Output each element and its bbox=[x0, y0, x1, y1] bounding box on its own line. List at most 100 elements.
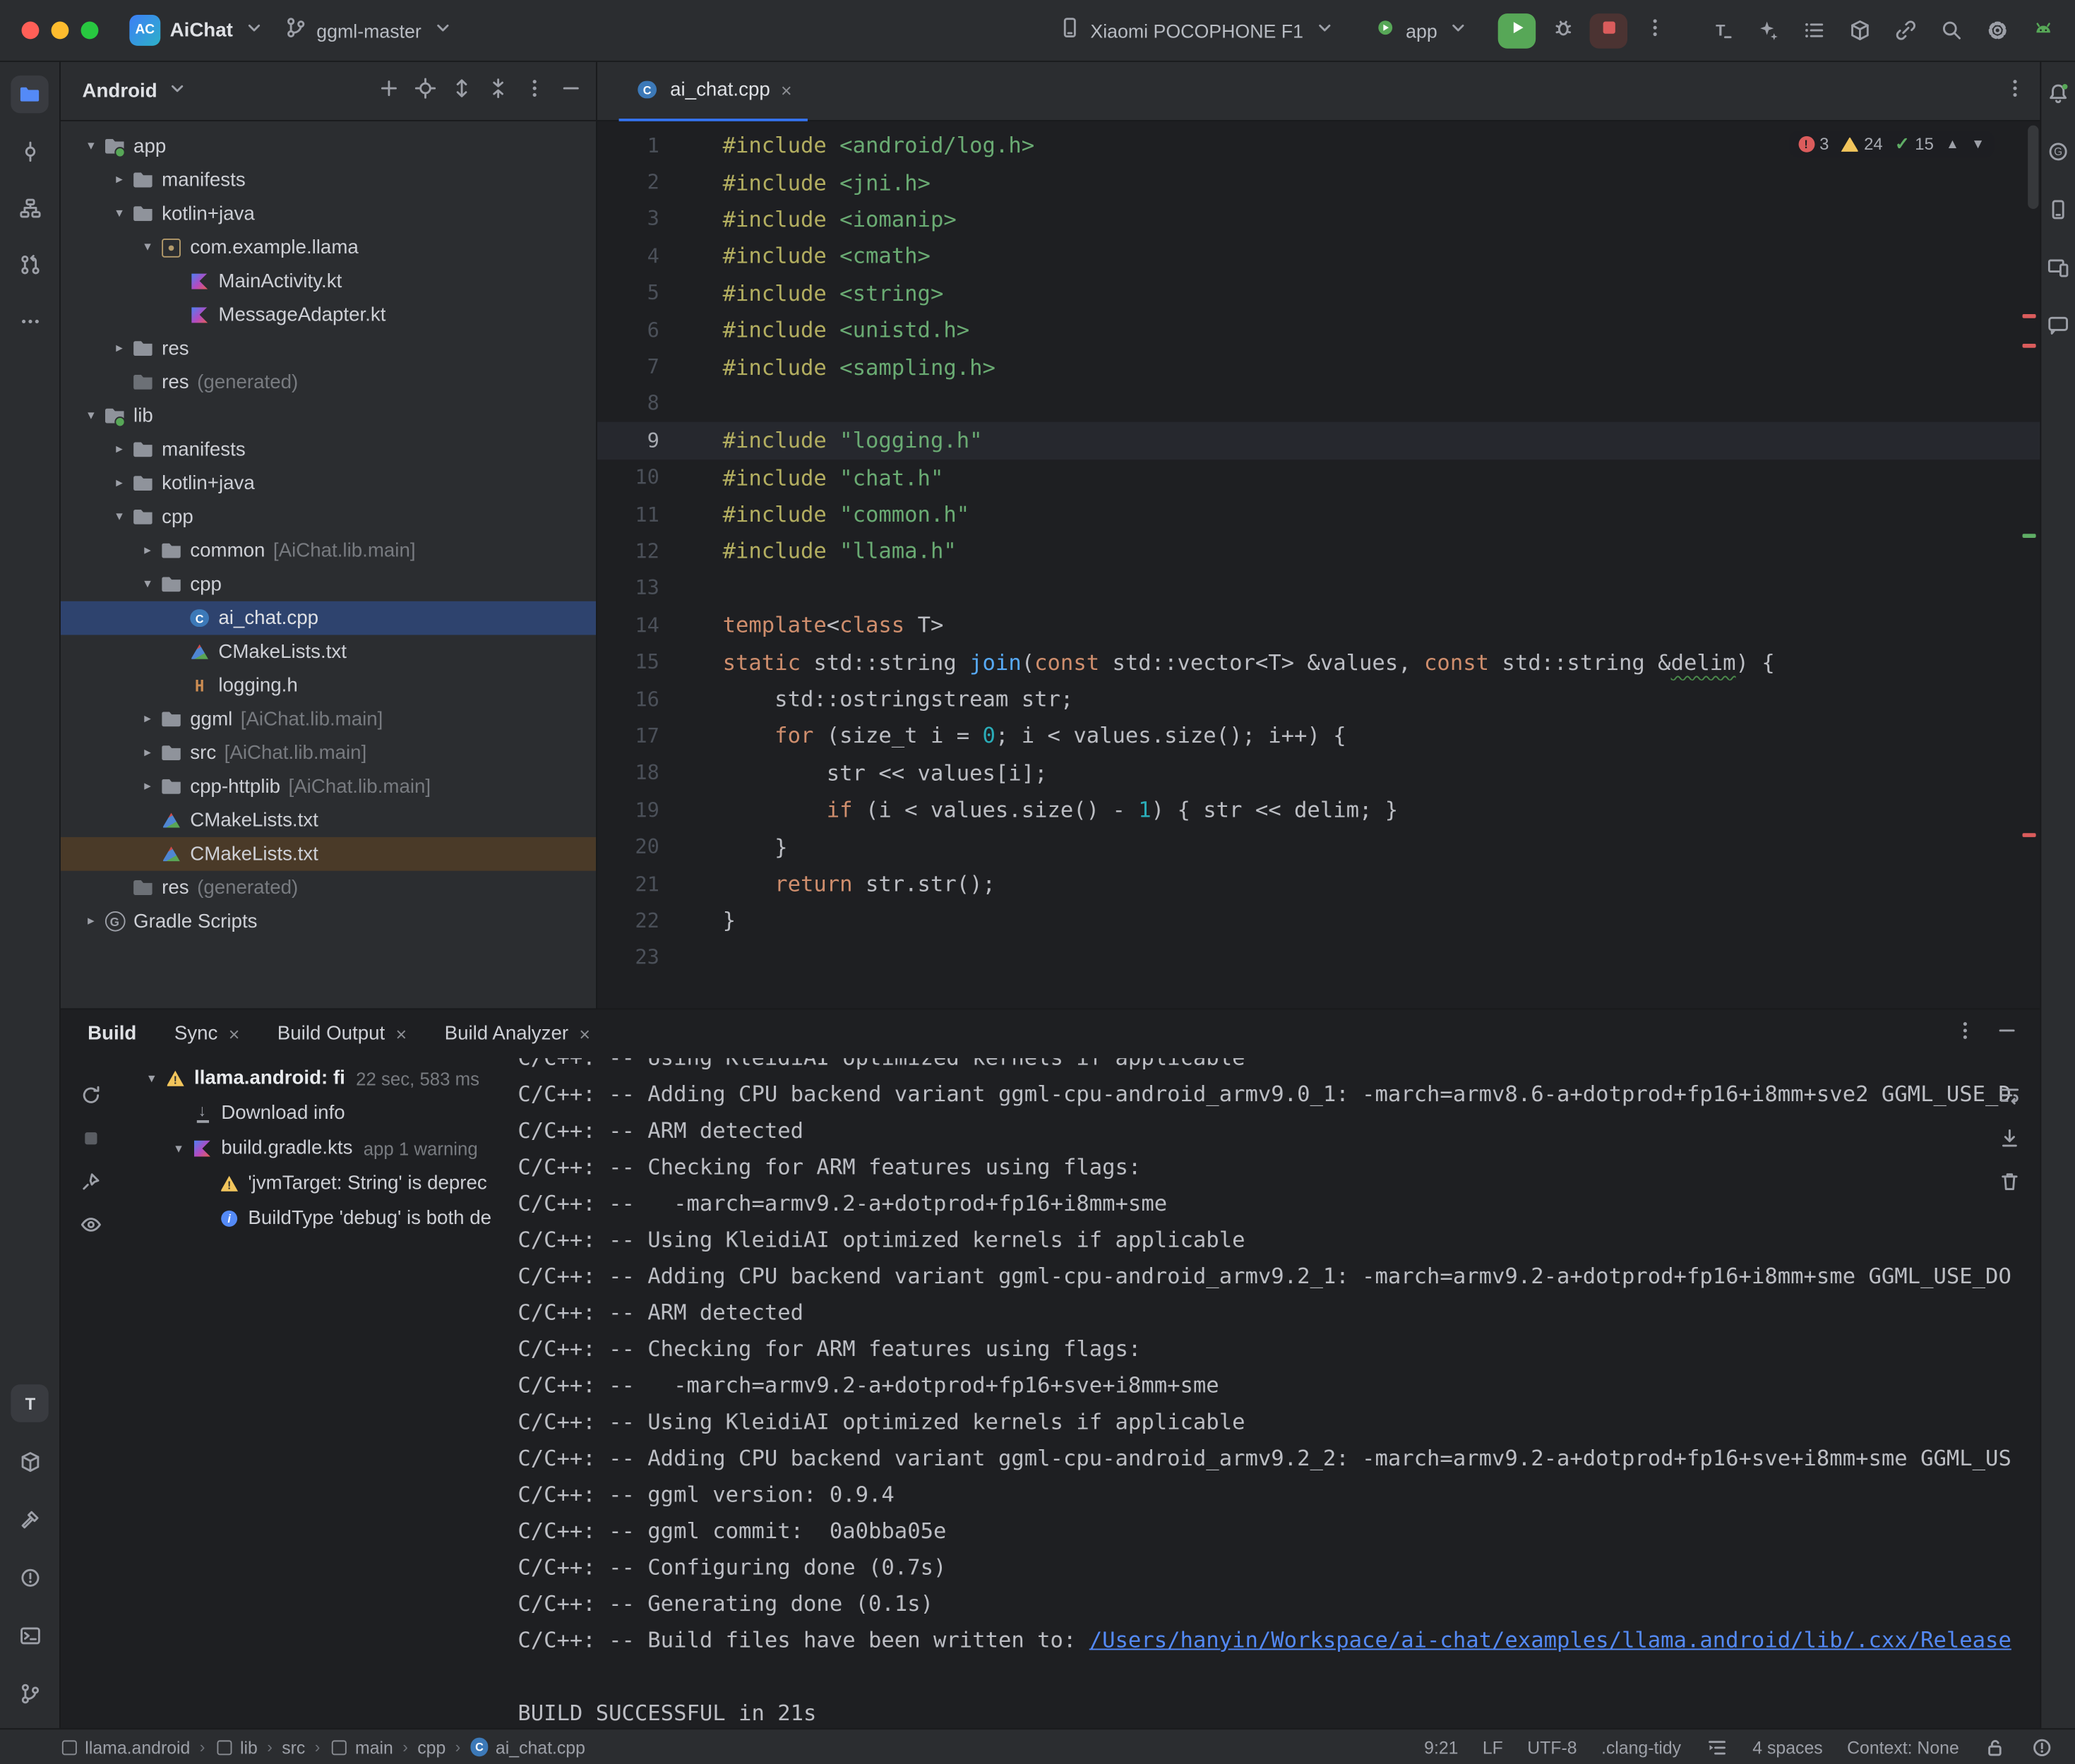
close-tab-icon[interactable]: × bbox=[579, 1024, 590, 1043]
close-tab-icon[interactable]: × bbox=[395, 1024, 407, 1043]
build-tree-item[interactable]: BuildType 'debug' is both de bbox=[121, 1201, 506, 1237]
line-number[interactable]: 15 bbox=[597, 650, 692, 674]
project-tree-item[interactable]: CMakeLists.txt bbox=[61, 635, 596, 668]
collapse-all-icon[interactable] bbox=[486, 76, 509, 106]
line-number[interactable]: 14 bbox=[597, 613, 692, 637]
line-number[interactable]: 17 bbox=[597, 724, 692, 748]
chevron-right-icon[interactable]: ▸ bbox=[108, 442, 131, 457]
problems-tool-button[interactable] bbox=[11, 1559, 48, 1596]
project-tree-item[interactable]: MessageAdapter.kt bbox=[61, 298, 596, 332]
project-view-title[interactable]: Android bbox=[82, 80, 157, 102]
pin-icon[interactable] bbox=[76, 1166, 106, 1196]
line-number[interactable]: 20 bbox=[597, 834, 692, 858]
sync-icon[interactable] bbox=[76, 1080, 106, 1110]
eye-icon[interactable] bbox=[76, 1209, 106, 1239]
link-button[interactable] bbox=[1886, 13, 1924, 48]
console-link[interactable]: /Users/hanyin/Workspace/ai-chat/examples… bbox=[1089, 1627, 2011, 1652]
build-tab-build-analyzer[interactable]: Build Analyzer× bbox=[445, 1023, 590, 1045]
build-tree-item[interactable]: ▾llama.android: fi22 sec, 583 ms bbox=[121, 1061, 506, 1096]
file-encoding[interactable]: UTF-8 bbox=[1527, 1737, 1577, 1758]
breadcrumb-item[interactable]: lib bbox=[215, 1737, 258, 1758]
project-tree-item[interactable]: ▸res bbox=[61, 332, 596, 366]
chevron-down-icon[interactable]: ▾ bbox=[108, 206, 131, 221]
line-number[interactable]: 16 bbox=[597, 687, 692, 711]
device-selector[interactable]: Xiaomi POCOPHONE F1 bbox=[1048, 10, 1345, 50]
code-line[interactable]: 4#include <cmath> bbox=[597, 237, 2040, 274]
code-line[interactable]: 12#include "llama.h" bbox=[597, 533, 2040, 570]
build-panel-title[interactable]: Build bbox=[88, 1023, 136, 1045]
project-tree-item[interactable]: ▸manifests bbox=[61, 433, 596, 467]
project-tree-item[interactable]: ▸kotlin+java bbox=[61, 467, 596, 500]
branch-widget[interactable]: ggml-master bbox=[275, 10, 463, 50]
code-line[interactable]: 20 } bbox=[597, 828, 2040, 865]
more-horizontal-tool-button[interactable] bbox=[11, 302, 48, 340]
chevron-right-icon[interactable]: ▸ bbox=[136, 712, 159, 726]
code-line[interactable]: 19 if (i < values.size() - 1) { str << d… bbox=[597, 791, 2040, 828]
line-number[interactable]: 9 bbox=[597, 428, 692, 452]
chevron-right-icon[interactable]: ▸ bbox=[108, 341, 131, 356]
chevron-down-icon[interactable]: ▾ bbox=[136, 577, 159, 592]
plus-icon[interactable] bbox=[378, 76, 400, 106]
line-number[interactable]: 13 bbox=[597, 576, 692, 600]
build-tab-sync[interactable]: Sync× bbox=[174, 1023, 240, 1045]
build-tool-button[interactable] bbox=[11, 1500, 48, 1537]
close-tab-icon[interactable]: × bbox=[781, 80, 792, 100]
minimize-window-button[interactable] bbox=[52, 22, 69, 40]
breadcrumb-item[interactable]: llama.android bbox=[59, 1737, 190, 1758]
project-folder-tool-button[interactable] bbox=[11, 76, 48, 113]
inspection-widget[interactable]: ! 3 24 ✓ 15 ▲ ▼ bbox=[1788, 131, 1994, 157]
chevron-down-icon[interactable]: ▾ bbox=[140, 1071, 163, 1086]
code-line[interactable]: 6#include <unistd.h> bbox=[597, 311, 2040, 348]
chevron-right-icon[interactable]: ▸ bbox=[136, 779, 159, 794]
line-number[interactable]: 6 bbox=[597, 318, 692, 342]
debug-button[interactable] bbox=[1544, 13, 1581, 48]
project-tree-item[interactable]: CMakeLists.txt bbox=[61, 837, 596, 871]
code-line[interactable]: 21 return str.str(); bbox=[597, 865, 2040, 902]
resource-manager-tool-button[interactable] bbox=[11, 1442, 48, 1480]
chevron-down-icon[interactable]: ▾ bbox=[136, 240, 159, 255]
code-line[interactable]: 11#include "common.h" bbox=[597, 496, 2040, 533]
gradle-tool-tool-button[interactable]: G bbox=[2043, 136, 2073, 166]
notifications-tool-button[interactable] bbox=[2043, 78, 2073, 108]
line-number[interactable]: 7 bbox=[597, 354, 692, 378]
code-line[interactable]: 17 for (size_t i = 0; i < values.size();… bbox=[597, 717, 2040, 754]
context-selector[interactable]: Context: None bbox=[1847, 1737, 1959, 1758]
build-console[interactable]: C/C++: -- Using KleidiAI optimized kerne… bbox=[506, 1058, 2040, 1728]
unlock-icon[interactable] bbox=[1983, 1736, 2006, 1758]
locate-icon[interactable] bbox=[414, 76, 436, 106]
build-variants-button[interactable] bbox=[1841, 13, 1878, 48]
clang-tidy[interactable]: .clang-tidy bbox=[1601, 1737, 1681, 1758]
code-line[interactable]: 16 std::ostringstream str; bbox=[597, 680, 2040, 717]
project-tree-item[interactable]: MainActivity.kt bbox=[61, 264, 596, 298]
stop-gray-icon[interactable] bbox=[76, 1123, 106, 1153]
line-separator[interactable]: LF bbox=[1483, 1737, 1503, 1758]
line-number[interactable]: 19 bbox=[597, 798, 692, 822]
breadcrumb-item[interactable]: cpp bbox=[417, 1737, 446, 1758]
logcat-tool-button[interactable]: T bbox=[11, 1384, 48, 1422]
line-number[interactable]: 23 bbox=[597, 945, 692, 969]
version-control-tool-button[interactable] bbox=[11, 1674, 48, 1712]
project-tree-item[interactable]: res(generated) bbox=[61, 871, 596, 905]
project-tree-item[interactable]: ▾app bbox=[61, 129, 596, 163]
breadcrumb-item[interactable]: src bbox=[282, 1737, 305, 1758]
line-number[interactable]: 12 bbox=[597, 539, 692, 563]
soft-wrap-icon[interactable] bbox=[1994, 1080, 2023, 1110]
project-tree-item[interactable]: logging.h bbox=[61, 668, 596, 702]
more-run-actions-button[interactable] bbox=[1635, 13, 1673, 48]
line-number[interactable]: 10 bbox=[597, 465, 692, 489]
chevron-right-icon[interactable]: ▸ bbox=[136, 745, 159, 760]
code-line[interactable]: 23 bbox=[597, 939, 2040, 976]
stop-button[interactable] bbox=[1590, 13, 1627, 48]
caret-position[interactable]: 9:21 bbox=[1424, 1737, 1458, 1758]
editor-scrollbar[interactable] bbox=[2028, 126, 2038, 209]
project-widget[interactable]: AC AiChat bbox=[120, 9, 275, 51]
run-configuration-selector[interactable]: app bbox=[1364, 10, 1479, 50]
code-line[interactable]: 15static std::string join(const std::vec… bbox=[597, 644, 2040, 680]
more-vertical-icon[interactable] bbox=[523, 76, 546, 106]
line-number[interactable]: 3 bbox=[597, 207, 692, 231]
build-tree-item[interactable]: Download info bbox=[121, 1096, 506, 1132]
chevron-right-icon[interactable]: ▸ bbox=[136, 544, 159, 558]
stripe-mark[interactable] bbox=[2023, 534, 2036, 538]
code-line[interactable]: 8 bbox=[597, 385, 2040, 422]
project-tree-item[interactable]: ▾lib bbox=[61, 399, 596, 433]
